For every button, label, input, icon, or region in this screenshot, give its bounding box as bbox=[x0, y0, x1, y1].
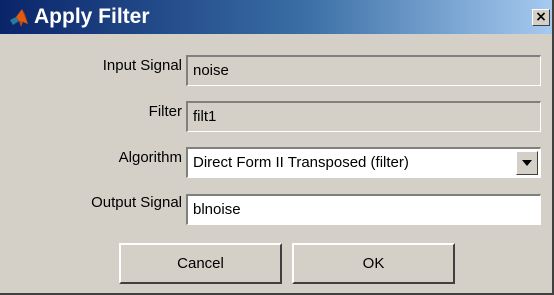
cancel-button[interactable]: Cancel bbox=[119, 243, 282, 284]
matlab-logo-icon bbox=[10, 9, 28, 27]
apply-filter-dialog: Apply Filter × Input Signal noise Filter… bbox=[0, 0, 554, 295]
output-signal-input[interactable]: blnoise bbox=[186, 194, 541, 225]
input-signal-label: Input Signal bbox=[102, 57, 182, 74]
ok-button[interactable]: OK bbox=[292, 243, 455, 284]
filter-field[interactable]: filt1 bbox=[186, 101, 541, 132]
filter-label: Filter bbox=[148, 103, 182, 120]
close-button[interactable]: × bbox=[532, 9, 550, 26]
input-signal-field[interactable]: noise bbox=[186, 55, 541, 86]
title-bar[interactable]: Apply Filter × bbox=[0, 0, 552, 34]
algorithm-dropdown[interactable]: Direct Form II Transposed (filter) bbox=[186, 147, 541, 178]
output-signal-label: Output Signal bbox=[91, 194, 182, 211]
window-title: Apply Filter bbox=[34, 5, 150, 28]
algorithm-selected-value: Direct Form II Transposed (filter) bbox=[193, 154, 409, 171]
algorithm-label: Algorithm bbox=[118, 149, 182, 166]
chevron-down-icon[interactable] bbox=[516, 151, 538, 175]
